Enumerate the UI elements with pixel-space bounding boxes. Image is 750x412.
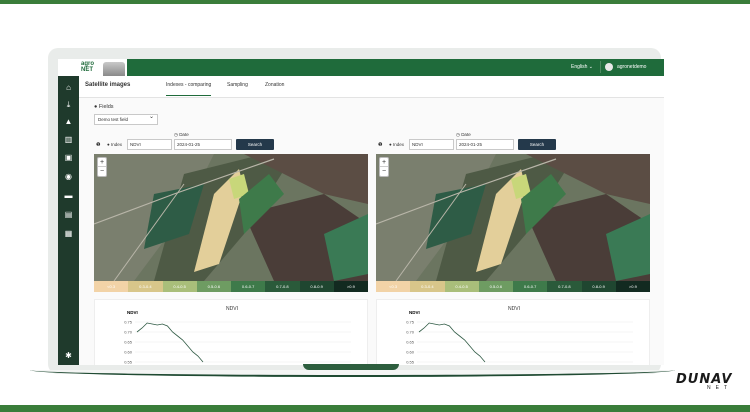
legend-item: 0.3-0.4 bbox=[128, 281, 163, 292]
y-tick-label: 0.65 bbox=[124, 340, 133, 345]
ndvi-chart: NDVI NDVI 0.75 0.70 0.65 0.60 0.55 bbox=[376, 299, 650, 365]
page-title: Satellite images bbox=[85, 82, 131, 88]
chart-plot: NDVI 0.75 0.70 0.65 0.60 0.55 bbox=[124, 310, 351, 365]
calendar-check-icon[interactable]: ▦ bbox=[63, 229, 74, 238]
map-zoom-control: + − bbox=[97, 157, 107, 177]
y-tick-label: 0.60 bbox=[406, 350, 415, 355]
y-axis-label: NDVI bbox=[409, 310, 420, 315]
legend-item: 0.5-0.6 bbox=[196, 281, 231, 292]
y-tick-label: 0.65 bbox=[406, 340, 415, 345]
satellite-imagery bbox=[376, 154, 650, 281]
search-button[interactable]: Search bbox=[236, 139, 274, 150]
legend-item: >0.9 bbox=[615, 281, 650, 292]
date-label: ◷ Date bbox=[456, 132, 471, 137]
info-icon[interactable]: ❶ bbox=[378, 142, 382, 148]
legend-item: >0.9 bbox=[333, 281, 368, 292]
bottom-accent-bar bbox=[0, 405, 750, 412]
fields-label: ● Fields bbox=[94, 104, 114, 110]
legend-item: 0.8-0.9 bbox=[299, 281, 334, 292]
language-selector[interactable]: English ⌄ bbox=[571, 64, 593, 70]
y-tick-label: 0.60 bbox=[124, 350, 133, 355]
zoom-in-button[interactable]: + bbox=[380, 158, 388, 167]
legend-item: 0.6-0.7 bbox=[231, 281, 266, 292]
map-zoom-control: + − bbox=[379, 157, 389, 177]
tab-zonation[interactable]: Zonation bbox=[265, 82, 284, 88]
index-legend: <0.3 0.3-0.4 0.4-0.5 0.5-0.6 0.6-0.7 0.7… bbox=[94, 281, 368, 292]
y-tick-label: 0.55 bbox=[124, 360, 133, 365]
zoom-out-button[interactable]: − bbox=[380, 167, 388, 176]
username: agronetdemo bbox=[617, 64, 647, 70]
app-screen: ⌂ ⤓ ▲ ▥ ▣ ◉ ▬ ▤ ▦ ✱ agro NET English ⌄ ag… bbox=[58, 59, 664, 365]
legend-item: <0.3 bbox=[376, 281, 411, 292]
satellite-imagery bbox=[94, 154, 368, 281]
app-logo[interactable]: agro NET bbox=[79, 59, 127, 76]
date-label: ◷ Date bbox=[174, 132, 189, 137]
settings-icon[interactable]: ✱ bbox=[63, 351, 74, 360]
top-accent-bar bbox=[0, 0, 750, 4]
legend-item: 0.7-0.8 bbox=[265, 281, 300, 292]
search-button[interactable]: Search bbox=[518, 139, 556, 150]
fields-label-text: Fields bbox=[98, 104, 114, 110]
dunav-logo: DUNAV NET bbox=[676, 372, 736, 396]
date-input[interactable]: 2024-01-25 bbox=[456, 139, 514, 150]
building-icon[interactable]: ▥ bbox=[63, 135, 74, 144]
download-icon[interactable]: ⤓ bbox=[63, 100, 74, 109]
legend-item: 0.8-0.9 bbox=[581, 281, 616, 292]
ndvi-series-line bbox=[136, 322, 204, 363]
calendar-icon[interactable]: ▤ bbox=[63, 210, 74, 219]
laptop-base bbox=[30, 370, 675, 377]
index-label: ● Index bbox=[107, 142, 122, 147]
legend-item: 0.5-0.6 bbox=[478, 281, 513, 292]
chart-plot: NDVI 0.75 0.70 0.65 0.60 0.55 bbox=[406, 310, 633, 365]
legend-item: 0.7-0.8 bbox=[547, 281, 582, 292]
zoom-out-button[interactable]: − bbox=[98, 167, 106, 176]
y-tick-label: 0.75 bbox=[124, 320, 133, 325]
sidebar: ⌂ ⤓ ▲ ▥ ▣ ◉ ▬ ▤ ▦ ✱ bbox=[58, 59, 79, 365]
sidebar-logo-area bbox=[58, 59, 79, 76]
y-tick-label: 0.70 bbox=[406, 330, 415, 335]
date-input[interactable]: 2024-01-25 bbox=[174, 139, 232, 150]
tab-indexes-comparing[interactable]: Indexes - comparing bbox=[166, 82, 212, 96]
legend-item: <0.3 bbox=[94, 281, 129, 292]
tabs-bar: Satellite images Indexes - comparing Sam… bbox=[79, 76, 664, 98]
legend-item: 0.4-0.5 bbox=[162, 281, 197, 292]
top-header: agro NET English ⌄ agronetdemo bbox=[79, 59, 664, 76]
field-select[interactable]: Demo test field bbox=[94, 113, 158, 125]
legend-item: 0.3-0.4 bbox=[410, 281, 445, 292]
user-menu[interactable]: agronetdemo bbox=[600, 61, 662, 73]
legend-item: 0.4-0.5 bbox=[444, 281, 479, 292]
y-tick-label: 0.75 bbox=[406, 320, 415, 325]
truck-icon[interactable]: ▬ bbox=[63, 191, 74, 200]
user-avatar-icon bbox=[605, 63, 613, 71]
language-label: English bbox=[571, 64, 588, 70]
ndvi-series-line bbox=[418, 322, 486, 363]
satellite-map[interactable]: + − bbox=[376, 154, 650, 281]
legend-item: 0.6-0.7 bbox=[513, 281, 548, 292]
education-icon[interactable]: ▲ bbox=[63, 117, 74, 126]
y-tick-label: 0.70 bbox=[124, 330, 133, 335]
index-select[interactable]: NDVI bbox=[127, 139, 172, 150]
y-tick-label: 0.55 bbox=[406, 360, 415, 365]
barn-icon[interactable]: ▣ bbox=[63, 153, 74, 162]
index-select[interactable]: NDVI bbox=[409, 139, 454, 150]
zoom-in-button[interactable]: + bbox=[98, 158, 106, 167]
ndvi-chart: NDVI NDVI 0.75 0.70 0.65 0.60 0.55 bbox=[94, 299, 368, 365]
info-icon[interactable]: ❶ bbox=[96, 142, 100, 148]
y-axis-label: NDVI bbox=[127, 310, 138, 315]
main-content: ● Fields Demo test field ❶ ● Index NDVI … bbox=[79, 98, 664, 365]
index-legend: <0.3 0.3-0.4 0.4-0.5 0.5-0.6 0.6-0.7 0.7… bbox=[376, 281, 650, 292]
satellite-map[interactable]: + − bbox=[94, 154, 368, 281]
index-label: ● Index bbox=[389, 142, 404, 147]
tractor-icon[interactable]: ◉ bbox=[63, 172, 74, 181]
home-icon[interactable]: ⌂ bbox=[63, 83, 74, 92]
tab-sampling[interactable]: Sampling bbox=[227, 82, 248, 88]
